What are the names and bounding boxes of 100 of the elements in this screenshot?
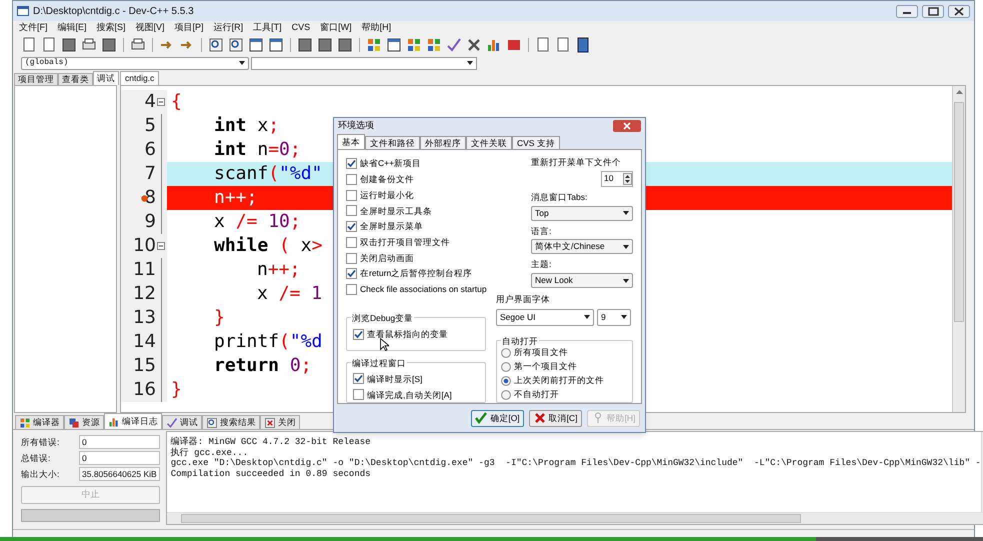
line-number: 12 — [133, 285, 156, 303]
dropdown[interactable]: 简体中文/Chinese — [531, 239, 633, 254]
spinner-arrows-icon — [623, 172, 632, 185]
square-icon[interactable] — [61, 37, 77, 53]
checkbox[interactable] — [353, 373, 364, 384]
caret-icon — [584, 315, 590, 320]
dropdown[interactable]: 9 — [597, 308, 631, 326]
checkbox[interactable] — [353, 389, 364, 400]
log-line: Compilation succeeded in 0.89 seconds — [170, 468, 372, 479]
maximize-button[interactable] — [922, 4, 944, 18]
checkbox[interactable] — [346, 236, 357, 248]
scrollbar[interactable] — [166, 512, 983, 524]
grid-icon[interactable] — [366, 37, 382, 53]
dropdown[interactable]: (globals) — [21, 56, 249, 70]
close-button[interactable] — [613, 120, 641, 132]
dropdown[interactable]: Top — [531, 206, 633, 220]
line-number: 10 — [133, 237, 156, 255]
cross-icon[interactable] — [466, 37, 482, 53]
code-line: { — [171, 93, 182, 111]
minimize-button[interactable] — [896, 4, 918, 18]
code-line: } — [214, 309, 225, 327]
dialog-button[interactable]: 取消[C] — [529, 410, 582, 426]
menu-item[interactable]: 视图[V] — [136, 21, 165, 35]
line-number: 13 — [133, 309, 156, 327]
checkbox[interactable] — [346, 158, 357, 170]
menu-item[interactable]: 文件[F] — [19, 21, 48, 35]
tab[interactable]: 文件和路径 — [365, 136, 420, 149]
close-button[interactable] — [948, 4, 970, 18]
checkbox[interactable] — [346, 252, 357, 264]
tab[interactable]: 文件关联 — [466, 136, 512, 149]
square-icon[interactable] — [317, 37, 333, 53]
code-line: int n=0; — [214, 141, 301, 159]
group-title: 自动打开 — [501, 334, 539, 348]
grid-icon[interactable] — [406, 37, 422, 53]
checkbox[interactable] — [346, 221, 357, 232]
tab[interactable]: 查看类 — [58, 73, 93, 85]
field-label: 消息窗口Tabs: — [531, 190, 588, 204]
scrollbar[interactable] — [952, 86, 965, 412]
tab[interactable]: 搜索结果 — [202, 415, 260, 429]
tab[interactable]: 调试 — [93, 71, 119, 85]
file-tab[interactable]: cntdig.c — [120, 71, 160, 85]
output-field: 0 — [79, 435, 160, 449]
menu-item[interactable]: 窗口[W] — [320, 21, 352, 35]
fold-icon[interactable] — [157, 242, 165, 250]
dropdown[interactable]: Segoe UI — [496, 308, 594, 326]
tab[interactable]: 资源 — [64, 415, 104, 429]
window-icon[interactable] — [268, 37, 284, 53]
radio-button[interactable] — [501, 376, 511, 386]
checkbox[interactable] — [346, 190, 357, 201]
square-icon[interactable] — [101, 37, 117, 53]
page-icon[interactable] — [41, 37, 57, 53]
tab[interactable]: 基本 — [337, 134, 365, 149]
page-icon[interactable] — [535, 37, 551, 53]
radio-button[interactable] — [501, 348, 511, 358]
checkbox-label: 在return之后暂停控制台程序 — [360, 267, 472, 280]
tab[interactable]: 项目管理 — [14, 73, 58, 85]
checkbox[interactable] — [346, 205, 357, 216]
dialog-button[interactable]: 确定[O] — [471, 410, 524, 426]
radio-label: 不自动打开 — [514, 388, 559, 402]
spin-field[interactable]: 10 — [601, 170, 633, 187]
window-icon[interactable] — [386, 37, 402, 53]
checkbox[interactable] — [353, 328, 364, 340]
menu-item[interactable]: 工具[T] — [253, 21, 282, 35]
group-title: 浏览Debug变量 — [351, 312, 414, 326]
menu-item[interactable]: 编辑[E] — [58, 21, 87, 35]
checkbox-label: 缺省C++新项目 — [360, 157, 422, 170]
code-line: scanf("%d" — [214, 165, 322, 183]
line-number: 6 — [144, 141, 156, 159]
tab[interactable]: CVS 支持 — [512, 136, 560, 149]
menu-item[interactable]: 项目[P] — [174, 21, 204, 35]
check-icon[interactable] — [446, 37, 462, 53]
tab[interactable]: 编译器 — [15, 415, 64, 429]
square-icon[interactable] — [337, 37, 353, 53]
radio-button[interactable] — [501, 390, 511, 400]
dropdown[interactable]: New Look — [531, 273, 633, 288]
grid-icon — [19, 416, 31, 428]
tab[interactable]: 外部程序 — [420, 136, 466, 149]
page-icon[interactable] — [21, 37, 37, 53]
square-icon[interactable] — [297, 37, 313, 53]
code-line: printf("%d — [214, 333, 322, 351]
caret-icon — [239, 61, 245, 65]
checkbox[interactable] — [346, 268, 357, 280]
squares-icon — [68, 416, 80, 428]
page-icon[interactable] — [555, 37, 571, 53]
radio-label: 上次关闭前打开的文件 — [514, 374, 604, 388]
grid-icon[interactable] — [426, 37, 442, 53]
window-icon[interactable] — [248, 37, 264, 53]
radio-button[interactable] — [501, 362, 511, 372]
menu-item[interactable]: 帮助[H] — [362, 21, 392, 35]
tab[interactable]: 编译日志 — [104, 413, 162, 429]
checkbox-label: 双击打开项目管理文件 — [360, 236, 450, 249]
menu-item[interactable]: 运行[R] — [214, 21, 244, 35]
tab[interactable]: 关闭 — [260, 415, 300, 429]
bar-chart-icon[interactable] — [486, 37, 502, 53]
fold-icon[interactable] — [157, 98, 165, 106]
checkbox[interactable] — [346, 284, 357, 295]
menu-item[interactable]: CVS — [292, 21, 310, 35]
tab[interactable]: 调试 — [162, 415, 202, 429]
checkbox[interactable] — [346, 174, 357, 186]
menu-item[interactable]: 搜索[S] — [96, 21, 126, 35]
